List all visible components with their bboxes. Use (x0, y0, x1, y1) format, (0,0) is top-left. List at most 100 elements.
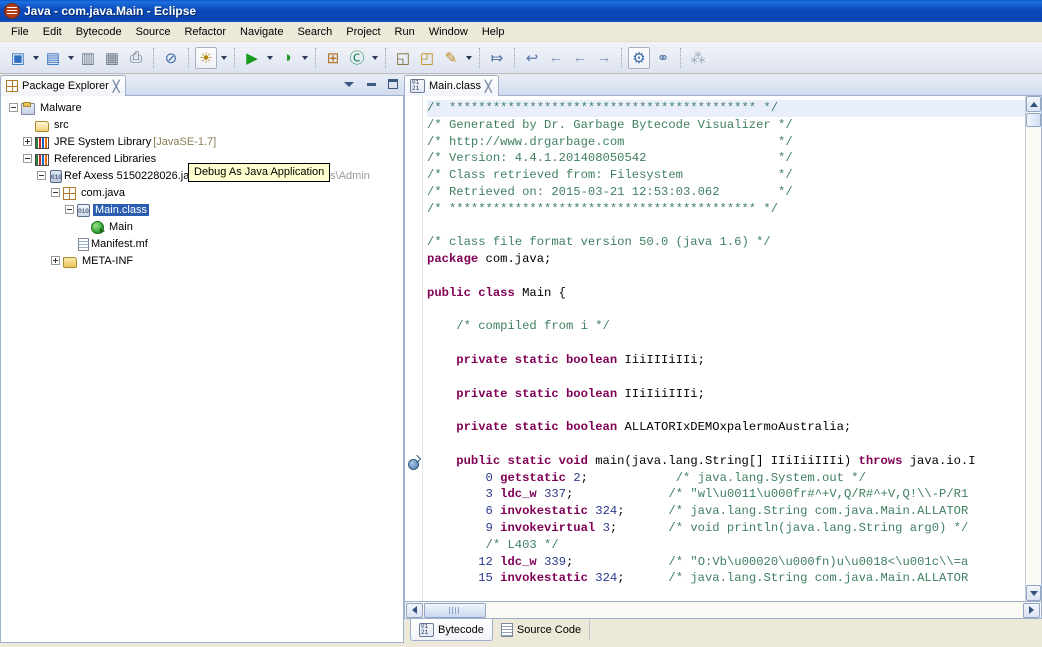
code-line: package com.java; (427, 251, 1025, 268)
new-java-class-icon[interactable]: ▤ (42, 47, 64, 69)
code-token: IiiIIIiIIi; (617, 352, 705, 367)
chevron-down-icon[interactable] (264, 47, 275, 69)
tree-item-meta-inf[interactable]: META-INF (1, 252, 403, 269)
collapse-icon[interactable] (37, 171, 46, 180)
open-type-icon[interactable]: ◱ (392, 47, 414, 69)
debug-icon[interactable]: ☀ (195, 46, 217, 69)
code-token: ALLATORIxDEMOxpalermoAustralia; (617, 420, 852, 435)
tree-item-com-java[interactable]: com.java (1, 184, 403, 201)
hscroll-thumb[interactable] (424, 602, 486, 618)
horizontal-scrollbar[interactable] (404, 602, 1042, 619)
code-token: ldc_w (500, 487, 537, 502)
collapse-icon[interactable] (23, 154, 32, 163)
bottom-tab-bytecode[interactable]: 01 21 Bytecode (410, 619, 493, 641)
bottom-tab-label: Bytecode (438, 623, 484, 636)
code-token: 3 (485, 487, 493, 502)
view-menu-icon[interactable] (342, 77, 356, 91)
back-icon[interactable]: ← (545, 47, 567, 69)
bottom-tab-source-code[interactable]: Source Code (493, 619, 591, 641)
collapse-icon[interactable] (51, 188, 60, 197)
menu-item-search[interactable]: Search (290, 24, 339, 40)
chevron-down-icon[interactable] (30, 47, 41, 69)
menu-item-edit[interactable]: Edit (36, 24, 69, 40)
chevron-down-icon[interactable] (65, 47, 76, 69)
forward-history-icon[interactable]: → (593, 47, 615, 69)
save-icon[interactable]: ▥ (77, 47, 99, 69)
tree-item-label: Main.class (93, 203, 149, 216)
menu-item-help[interactable]: Help (475, 24, 512, 40)
tree-item-malware[interactable]: Malware (1, 99, 403, 116)
code-token: Main { (514, 285, 566, 300)
print-icon[interactable]: ⎙ (125, 47, 147, 69)
new-java-project-icon[interactable]: ⊞ (322, 47, 344, 69)
code-token: /* java.lang.String com.java.Main.ALLATO… (668, 571, 969, 586)
toolbar-separator (315, 47, 316, 68)
hscroll-track[interactable] (486, 602, 1022, 618)
vscroll-thumb[interactable] (1026, 113, 1041, 127)
tab-main-class[interactable]: 01 21 Main.class ╳ (404, 75, 499, 96)
chevron-down-icon[interactable] (369, 47, 380, 69)
menu-item-navigate[interactable]: Navigate (233, 24, 290, 40)
tab-package-explorer[interactable]: Package Explorer ╳ (0, 75, 127, 96)
tree-item-main[interactable]: Main (1, 218, 403, 235)
menu-item-refactor[interactable]: Refactor (177, 24, 233, 40)
menu-item-project[interactable]: Project (339, 24, 387, 40)
search-icon[interactable]: ✎ (440, 47, 462, 69)
expand-icon[interactable] (51, 256, 60, 265)
code-line: /* L403 */ (427, 537, 1025, 554)
tree-item-label: Manifest.mf (91, 237, 148, 250)
chevron-down-icon[interactable] (299, 47, 310, 69)
code-line: private static boolean IIiIiiIIIi; (427, 386, 1025, 403)
run-external-tools-icon[interactable]: ◑ (276, 47, 298, 69)
previous-edit-icon[interactable]: ↩ (521, 47, 543, 69)
new-wizard-icon[interactable]: ▣ (7, 47, 29, 69)
menu-item-window[interactable]: Window (422, 24, 475, 40)
breakpoint-marker-icon[interactable] (408, 459, 419, 470)
graph-perspective-icon[interactable]: ⚭ (652, 47, 674, 69)
scroll-right-icon[interactable] (1023, 602, 1040, 618)
chevron-down-icon[interactable] (463, 47, 474, 69)
collapse-icon[interactable] (65, 205, 74, 214)
tree-item-src[interactable]: src (1, 116, 403, 133)
tree-item-manifest-mf[interactable]: Manifest.mf (1, 235, 403, 252)
scroll-down-icon[interactable] (1026, 585, 1041, 601)
menu-item-file[interactable]: File (4, 24, 36, 40)
menu-item-run[interactable]: Run (388, 24, 422, 40)
open-resource-icon[interactable]: ◰ (416, 47, 438, 69)
scroll-up-icon[interactable] (1026, 96, 1041, 112)
toggle-breakpoint-icon[interactable]: ⊘ (160, 47, 182, 69)
tree-item-main-class[interactable]: 010 Main.class (1, 201, 403, 218)
minimize-icon[interactable] (364, 77, 378, 91)
vscroll-track[interactable] (1026, 128, 1041, 585)
save-all-icon[interactable]: ▦ (101, 47, 123, 69)
new-package-icon[interactable]: Ⓒ (346, 47, 368, 69)
library-icon (35, 136, 49, 149)
menu-item-bytecode[interactable]: Bytecode (69, 24, 129, 40)
toolbar-separator (680, 47, 681, 68)
code-token: /* java.lang.System.out */ (675, 470, 866, 485)
scroll-left-icon[interactable] (406, 602, 423, 618)
chevron-down-icon[interactable] (218, 47, 229, 69)
code-line: 15 invokestatic 324; /* java.lang.String… (427, 570, 1025, 587)
code-token: /* *************************************… (427, 201, 779, 216)
tab-package-explorer-label: Package Explorer (22, 80, 109, 92)
editor-gutter[interactable] (405, 96, 423, 601)
menu-item-source[interactable]: Source (129, 24, 178, 40)
open-perspective-icon[interactable]: ⁂ (687, 47, 709, 69)
close-icon[interactable]: ╳ (113, 80, 120, 93)
bytecode-source-view[interactable]: /* *************************************… (423, 96, 1025, 601)
vertical-scrollbar[interactable] (1025, 96, 1041, 601)
tree-item-jre-system-library[interactable]: JRE System Library [JavaSE-1.7] (1, 133, 403, 150)
back-history-icon[interactable]: ← (569, 47, 591, 69)
expand-icon[interactable] (23, 137, 32, 146)
next-annotation-icon[interactable]: ⤇ (486, 47, 508, 69)
close-icon[interactable]: ╳ (485, 80, 492, 93)
collapse-icon[interactable] (9, 103, 18, 112)
bytecode-perspective-icon[interactable]: ⚙ (628, 46, 650, 69)
maximize-icon[interactable] (386, 77, 400, 91)
run-icon[interactable]: ▶ (241, 47, 263, 69)
